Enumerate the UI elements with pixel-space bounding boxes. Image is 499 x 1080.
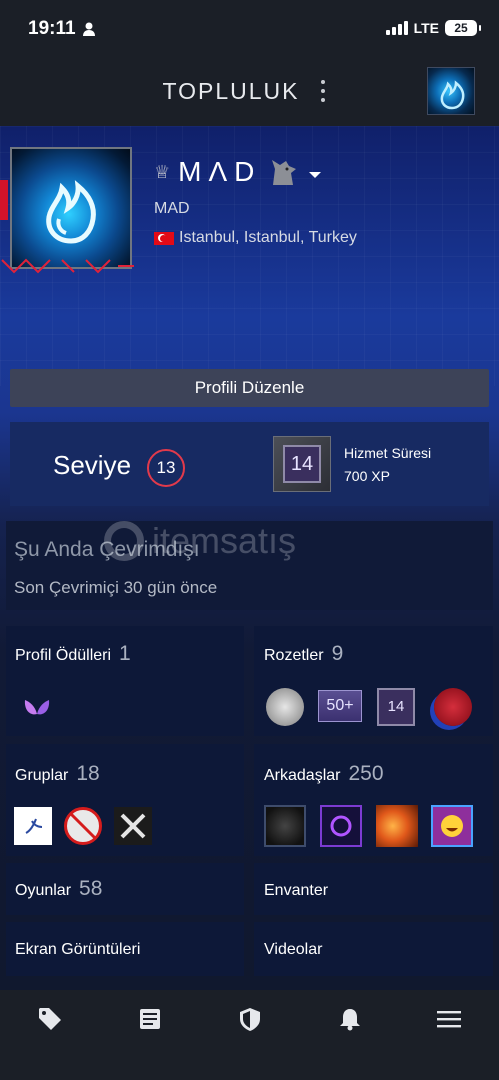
profile-awards-tile[interactable]: Profil Ödülleri 1	[6, 626, 244, 736]
tile-header: Gruplar 18	[15, 762, 100, 786]
games-tile[interactable]: Oyunlar 58	[6, 863, 244, 915]
page-title: TOPLULUK	[162, 78, 300, 104]
badges-tile[interactable]: Rozetler 9 50+ 14	[254, 626, 493, 736]
friends-count: 250	[348, 762, 384, 785]
avatar-frame-accent	[0, 180, 8, 220]
friend-avatar-1[interactable]	[264, 805, 306, 847]
more-options-icon[interactable]	[318, 80, 328, 102]
level-badge: 13	[147, 449, 185, 487]
crossed-swords-icon	[120, 813, 146, 839]
groups-count: 18	[76, 762, 100, 785]
real-name: MAD	[154, 200, 190, 217]
purple-ring-icon	[330, 815, 352, 837]
profile-awards-count: 1	[119, 642, 131, 665]
chevron-down-icon[interactable]	[309, 172, 322, 178]
signal-icon	[385, 21, 408, 35]
group-avatar-2[interactable]	[64, 807, 102, 845]
menu-icon[interactable]	[436, 1006, 462, 1032]
badge-xp: 700 XP	[344, 468, 390, 484]
avatar-frame-decoration	[1, 258, 134, 274]
location: Istanbul, Istanbul, Turkey	[154, 229, 357, 247]
badges-label: Rozetler	[264, 647, 324, 664]
last-online: Son Çevrimiçi 30 gün önce	[14, 578, 218, 597]
groups-label: Gruplar	[15, 767, 69, 784]
status-bar: 19:11 LTE 25	[0, 0, 499, 58]
screenshots-tile[interactable]: Ekran Görüntüleri	[6, 922, 244, 976]
news-icon[interactable]	[137, 1006, 163, 1032]
50-plus-badge-icon: 50+	[318, 690, 362, 722]
profile-avatar[interactable]	[10, 147, 132, 269]
tile-header: Profil Ödülleri 1	[15, 642, 131, 666]
friends-tile[interactable]: Arkadaşlar 250	[254, 744, 493, 856]
flame-logo-icon	[440, 80, 465, 110]
silver-coin-badge-icon	[266, 688, 304, 726]
network-type: LTE	[413, 20, 439, 36]
tile-header: Oyunlar 58	[15, 877, 102, 901]
inventory-label: Envanter	[264, 882, 329, 899]
battery-icon: 25	[445, 20, 481, 36]
person-icon	[83, 22, 95, 36]
friend-avatar-3[interactable]	[376, 805, 418, 847]
award-wings-icon	[24, 700, 50, 715]
inventory-tile[interactable]: Envanter	[254, 863, 493, 915]
tile-header: Rozetler 9	[264, 642, 343, 666]
videos-label: Videolar	[264, 941, 323, 958]
status-indicators: LTE 25	[385, 20, 481, 36]
no-sign-icon	[69, 812, 97, 840]
status-title: Şu Anda Çevrimdışı	[14, 538, 200, 561]
persona-row[interactable]: ♕ MΛD	[154, 156, 322, 188]
games-count: 58	[79, 877, 103, 900]
turkey-flag-icon	[154, 231, 174, 245]
group-avatar-3[interactable]	[114, 807, 152, 845]
friend-avatar-2[interactable]	[320, 805, 362, 847]
edit-profile-button[interactable]: Profili Düzenle	[10, 369, 489, 407]
tile-header: Arkadaşlar 250	[264, 762, 384, 786]
wolf-icon	[272, 160, 297, 185]
seal-badge-icon	[434, 688, 472, 726]
bell-icon[interactable]	[337, 1006, 363, 1032]
screenshots-label: Ekran Görüntüleri	[15, 941, 141, 958]
status-time: 19:11	[28, 18, 76, 39]
profile-awards-label: Profil Ödülleri	[15, 647, 112, 664]
group-avatar-1[interactable]	[14, 807, 52, 845]
friends-label: Arkadaşlar	[264, 767, 341, 784]
crown-icon: ♕	[154, 161, 171, 182]
shield-icon[interactable]	[237, 1006, 263, 1032]
app-header: TOPLULUK	[0, 58, 499, 126]
level-panel[interactable]: Seviye 13 14 Hizmet Süresi 700 XP	[10, 422, 489, 506]
badges-count: 9	[331, 642, 344, 665]
flame-logo-icon	[46, 180, 96, 244]
videos-tile[interactable]: Videolar	[254, 922, 493, 976]
group-logo-icon	[25, 818, 43, 834]
groups-tile[interactable]: Gruplar 18	[6, 744, 244, 856]
persona-name: MΛD	[178, 156, 262, 187]
bottom-navigation	[0, 990, 499, 1080]
smiley-icon	[441, 815, 463, 837]
header-avatar[interactable]	[427, 67, 475, 115]
friend-avatar-4[interactable]	[431, 805, 473, 847]
location-text: Istanbul, Istanbul, Turkey	[179, 229, 357, 246]
service-badge-number: 14	[283, 445, 321, 483]
level-label: Seviye	[53, 450, 132, 480]
online-status-panel: Şu Anda Çevrimdışı Son Çevrimiçi 30 gün …	[6, 521, 493, 610]
years-badge-icon: 14	[377, 688, 415, 726]
store-tag-icon[interactable]	[37, 1006, 63, 1032]
years-of-service-badge: 14	[273, 436, 331, 492]
badge-title: Hizmet Süresi	[344, 445, 432, 461]
games-label: Oyunlar	[15, 882, 72, 899]
